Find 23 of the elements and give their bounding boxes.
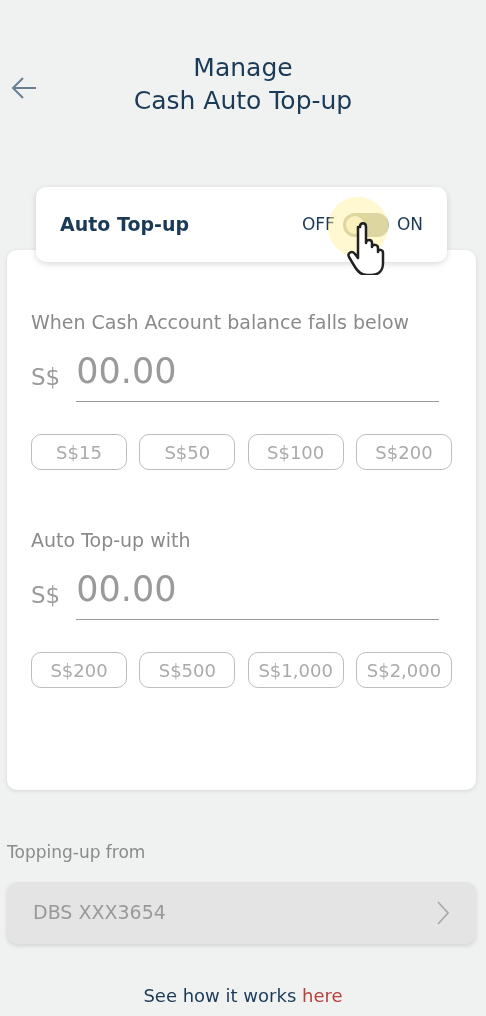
- preset-amount-button[interactable]: S$1,000: [247, 652, 344, 688]
- preset-amount-button[interactable]: S$500: [139, 652, 236, 688]
- field-label: When Cash Account balance falls below: [31, 310, 411, 335]
- field-label: Auto Top-up with: [31, 528, 192, 553]
- preset-amount-button[interactable]: S$100: [247, 434, 344, 470]
- preset-amount-button[interactable]: S$200: [356, 434, 452, 470]
- help-link[interactable]: here: [302, 984, 343, 1006]
- off-label: OFF: [301, 212, 335, 236]
- preset-amount-button[interactable]: S$50: [139, 434, 236, 470]
- on-label: ON: [396, 212, 423, 236]
- preset-amount-button[interactable]: S$200: [31, 652, 127, 688]
- preset-amount-button[interactable]: S$2,000: [356, 652, 452, 688]
- page-title: Manage Cash Auto Top-up: [133, 52, 353, 117]
- account-selector[interactable]: DBS XXX3654: [7, 881, 476, 944]
- help-text: See how it works here: [142, 983, 344, 1008]
- section-label: Topping-up from: [7, 841, 147, 864]
- amount-field[interactable]: 00.00: [76, 562, 440, 620]
- currency-label: S$: [31, 362, 61, 392]
- toggle-label: Auto Top-up: [60, 212, 190, 238]
- preset-amount-button[interactable]: S$15: [31, 434, 127, 470]
- amount-field[interactable]: 00.00: [76, 344, 440, 402]
- currency-label: S$: [31, 580, 61, 610]
- chevron-right-icon: [436, 899, 450, 926]
